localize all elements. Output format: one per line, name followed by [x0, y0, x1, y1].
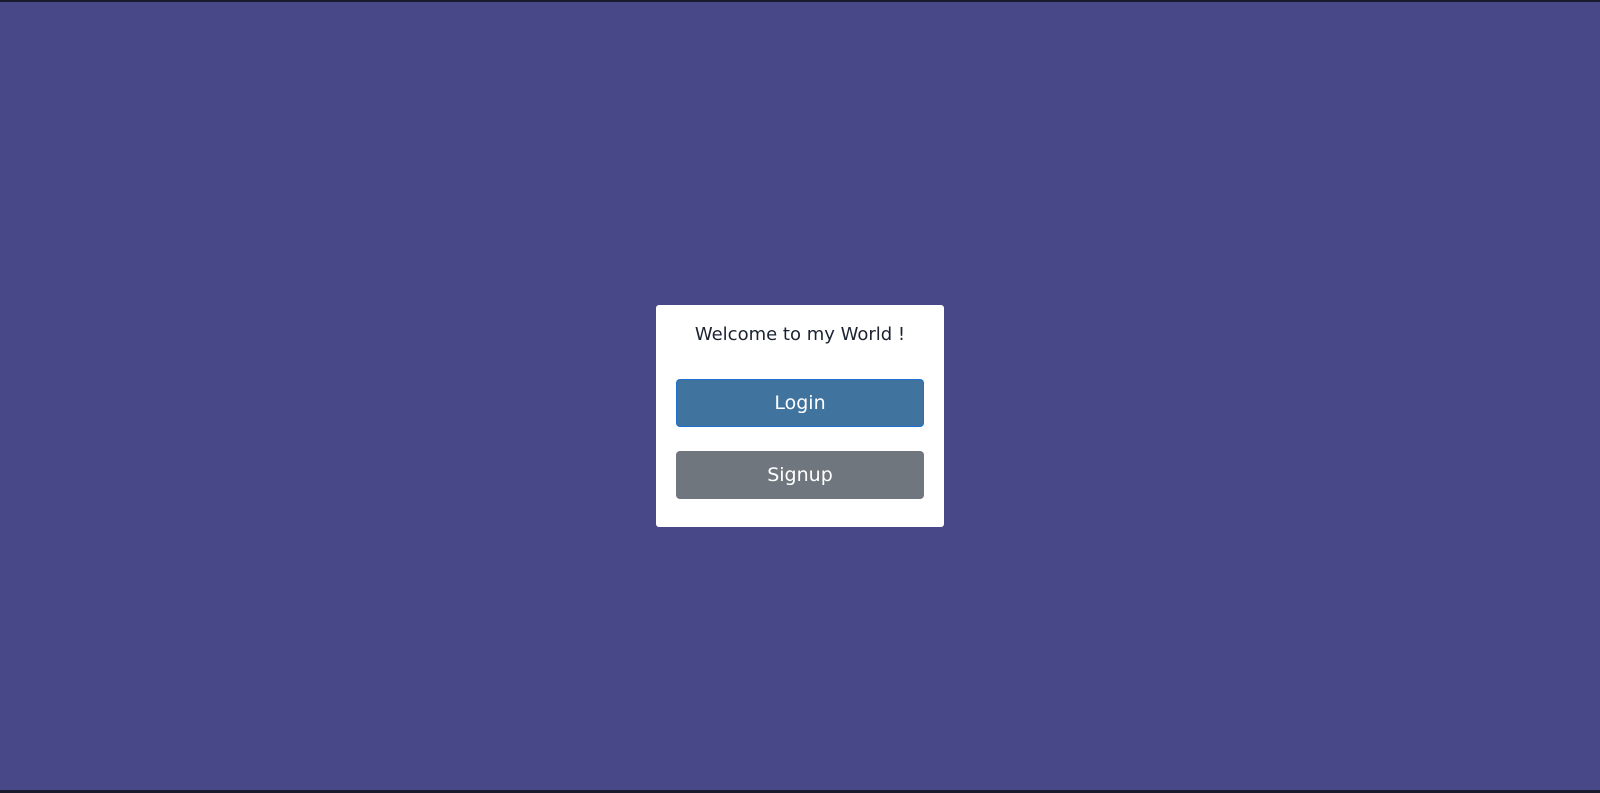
welcome-card: Welcome to my World ! Login Signup: [656, 305, 944, 527]
top-edge-rule: [0, 0, 1600, 2]
welcome-heading: Welcome to my World !: [694, 324, 906, 345]
login-button[interactable]: Login: [676, 379, 924, 427]
signup-button[interactable]: Signup: [676, 451, 924, 499]
